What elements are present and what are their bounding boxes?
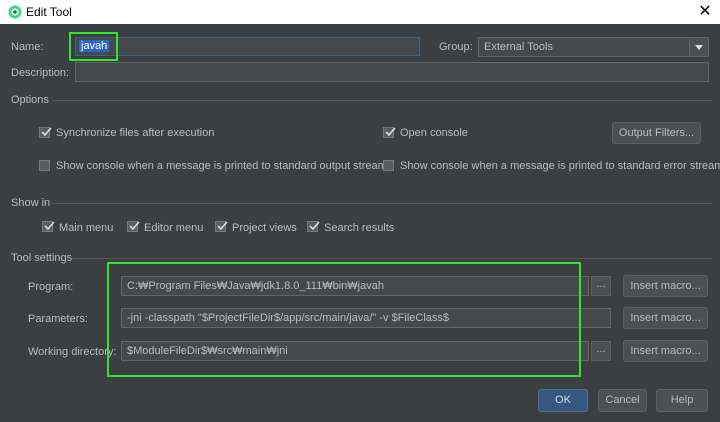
ok-button[interactable]: OK — [538, 389, 588, 412]
program-label: Program: — [28, 281, 74, 293]
name-highlight-box — [69, 32, 118, 61]
android-studio-icon — [8, 5, 22, 19]
checkmark-icon — [385, 127, 396, 137]
working-directory-browse-button[interactable]: ... — [591, 341, 611, 361]
search-results-checkbox[interactable] — [307, 221, 320, 232]
main-menu-label: Main menu — [59, 222, 114, 234]
group-label: Group: — [439, 41, 473, 53]
tool-settings-separator — [73, 258, 712, 259]
program-insert-macro-button[interactable]: Insert macro... — [623, 275, 708, 297]
description-label: Description: — [11, 67, 70, 79]
main-menu-checkbox[interactable] — [42, 221, 55, 232]
tool-settings-highlight-box — [107, 262, 581, 377]
options-separator — [52, 100, 712, 101]
parameters-insert-macro-button[interactable]: Insert macro... — [623, 307, 708, 329]
project-views-label: Project views — [232, 222, 297, 234]
show-stderr-label: Show console when a message is printed t… — [400, 160, 720, 172]
search-results-label: Search results — [324, 222, 395, 234]
show-stdout-checkbox[interactable] — [39, 160, 50, 171]
sync-files-checkbox[interactable] — [39, 127, 52, 138]
program-browse-button[interactable]: ... — [591, 276, 611, 296]
options-header: Options — [11, 94, 49, 106]
project-views-checkbox[interactable] — [215, 221, 228, 232]
open-console-checkbox[interactable] — [383, 127, 396, 138]
title-bar: Edit Tool ✕ — [0, 0, 720, 24]
name-label: Name: — [11, 41, 44, 53]
help-button[interactable]: Help — [656, 389, 708, 412]
checkmark-icon — [44, 221, 55, 231]
show-in-separator — [52, 203, 712, 204]
editor-menu-checkbox[interactable] — [127, 221, 140, 232]
tool-settings-header: Tool settings — [11, 252, 73, 264]
checkmark-icon — [217, 221, 228, 231]
checkmark-icon — [129, 221, 140, 231]
open-console-label: Open console — [400, 127, 468, 139]
description-input[interactable] — [75, 62, 709, 82]
parameters-label: Parameters: — [28, 313, 88, 325]
show-in-header: Show in — [11, 197, 51, 209]
checkmark-icon — [309, 221, 320, 231]
chevron-down-icon[interactable] — [689, 38, 708, 56]
working-directory-insert-macro-button[interactable]: Insert macro... — [623, 340, 708, 362]
output-filters-button[interactable]: Output Filters... — [612, 122, 701, 144]
show-stdout-label: Show console when a message is printed t… — [56, 160, 387, 172]
close-icon[interactable]: ✕ — [690, 0, 720, 24]
group-value: External Tools — [484, 41, 553, 53]
show-stderr-checkbox[interactable] — [383, 160, 394, 171]
name-input[interactable]: javah — [75, 37, 420, 56]
window-title: Edit Tool — [26, 5, 72, 19]
working-directory-label: Working directory: — [28, 346, 117, 358]
cancel-button[interactable]: Cancel — [598, 389, 647, 412]
group-dropdown[interactable]: External Tools — [478, 37, 709, 57]
sync-files-label: Synchronize files after execution — [56, 127, 215, 139]
checkmark-icon — [41, 127, 52, 137]
editor-menu-label: Editor menu — [144, 222, 204, 234]
